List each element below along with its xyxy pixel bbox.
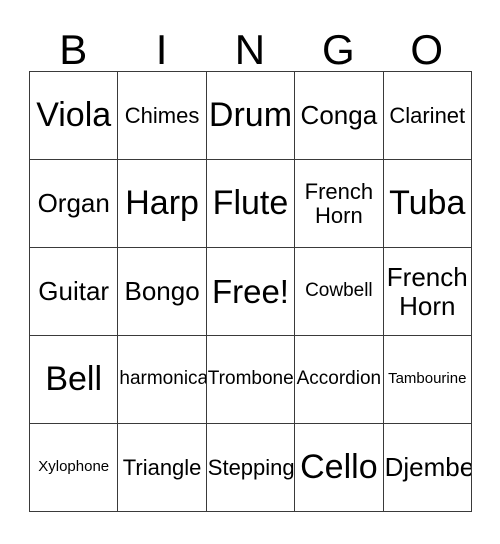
bingo-cell-label: Xylophone <box>38 458 110 476</box>
bingo-cell[interactable]: Organ <box>30 160 119 248</box>
bingo-row: Xylophone Triangle Stepping Cello Djembe <box>30 424 472 512</box>
header-letter-text: B <box>59 26 88 73</box>
bingo-cell-label: Viola <box>36 96 112 135</box>
header-letter-text: N <box>234 26 266 73</box>
bingo-cell[interactable]: Chimes <box>118 72 207 160</box>
bingo-cell[interactable]: Bell <box>30 336 119 424</box>
bingo-cell-label: Triangle <box>122 454 202 480</box>
bingo-cell[interactable]: Xylophone <box>30 424 119 512</box>
bingo-cell[interactable]: Clarinet <box>383 72 472 160</box>
bingo-header-letter-i: I <box>117 14 205 71</box>
bingo-cell-label: Trombone <box>207 368 294 390</box>
header-letter-text: I <box>155 26 168 73</box>
bingo-cell[interactable]: Flute <box>206 160 296 248</box>
bingo-cell-label: Cowbell <box>305 280 373 302</box>
bingo-cell-label: French Horn <box>386 262 468 321</box>
header-letter-text: G <box>322 26 355 73</box>
bingo-cell-label: French Horn <box>304 178 374 228</box>
bingo-cell[interactable]: Harp <box>118 160 207 248</box>
bingo-card: B I N G O Viola Chimes Drum Conga Clarin… <box>29 14 472 512</box>
bingo-cell[interactable]: Conga <box>295 72 384 160</box>
bingo-cell[interactable]: Tuba <box>383 160 472 248</box>
bingo-cell[interactable]: Drum <box>206 72 296 160</box>
bingo-cell[interactable]: Triangle <box>118 424 207 512</box>
bingo-cell[interactable]: French Horn <box>383 248 472 336</box>
bingo-cell[interactable]: Bongo <box>118 248 207 336</box>
bingo-grid: Viola Chimes Drum Conga Clarinet Organ H… <box>29 71 472 512</box>
bingo-cell-label: Bongo <box>124 276 200 307</box>
bingo-cell-label: Accordion <box>296 368 382 390</box>
bingo-cell[interactable]: Viola <box>30 72 119 160</box>
bingo-cell[interactable]: Accordion <box>295 336 384 424</box>
bingo-cell-label: Guitar <box>38 276 110 307</box>
bingo-cell-free[interactable]: Free! <box>206 248 296 336</box>
bingo-cell-label: Organ <box>37 188 110 219</box>
bingo-header-letter-o: O <box>383 14 471 71</box>
bingo-header-row: B I N G O <box>29 14 471 71</box>
bingo-row: Organ Harp Flute French Horn Tuba <box>30 160 472 248</box>
bingo-cell-label: Djembe <box>384 452 472 483</box>
header-letter-text: O <box>410 26 444 73</box>
bingo-cell[interactable]: Cowbell <box>295 248 384 336</box>
bingo-cell[interactable]: Guitar <box>30 248 119 336</box>
bingo-cell-label: Clarinet <box>389 102 466 128</box>
bingo-cell-label: Stepping <box>207 454 295 480</box>
bingo-header-letter-b: B <box>29 14 117 71</box>
bingo-cell-label: Drum <box>208 96 293 135</box>
bingo-cell[interactable]: harmonica <box>118 336 207 424</box>
bingo-row: Guitar Bongo Free! Cowbell French Horn <box>30 248 472 336</box>
bingo-cell-label: Conga <box>300 100 378 131</box>
bingo-cell-label: Cello <box>300 448 378 487</box>
bingo-cell[interactable]: French Horn <box>295 160 384 248</box>
bingo-cell[interactable]: Trombone <box>206 336 296 424</box>
bingo-cell[interactable]: Tambourine <box>383 336 472 424</box>
bingo-cell-label: Tuba <box>389 184 466 223</box>
bingo-cell-label: Free! <box>211 272 289 310</box>
bingo-cell-label: harmonica <box>119 368 207 390</box>
bingo-cell-label: Harp <box>125 184 199 223</box>
bingo-cell-label: Bell <box>45 360 103 399</box>
bingo-cell[interactable]: Cello <box>295 424 384 512</box>
bingo-row: Viola Chimes Drum Conga Clarinet <box>30 72 472 160</box>
bingo-row: Bell harmonica Trombone Accordion Tambou… <box>30 336 472 424</box>
bingo-header-letter-g: G <box>294 14 382 71</box>
bingo-cell-label: Flute <box>212 184 289 223</box>
bingo-header-letter-n: N <box>206 14 294 71</box>
bingo-cell-label: Chimes <box>124 102 200 128</box>
bingo-cell[interactable]: Djembe <box>383 424 472 512</box>
bingo-cell[interactable]: Stepping <box>206 424 296 512</box>
bingo-cell-label: Tambourine <box>388 370 467 388</box>
